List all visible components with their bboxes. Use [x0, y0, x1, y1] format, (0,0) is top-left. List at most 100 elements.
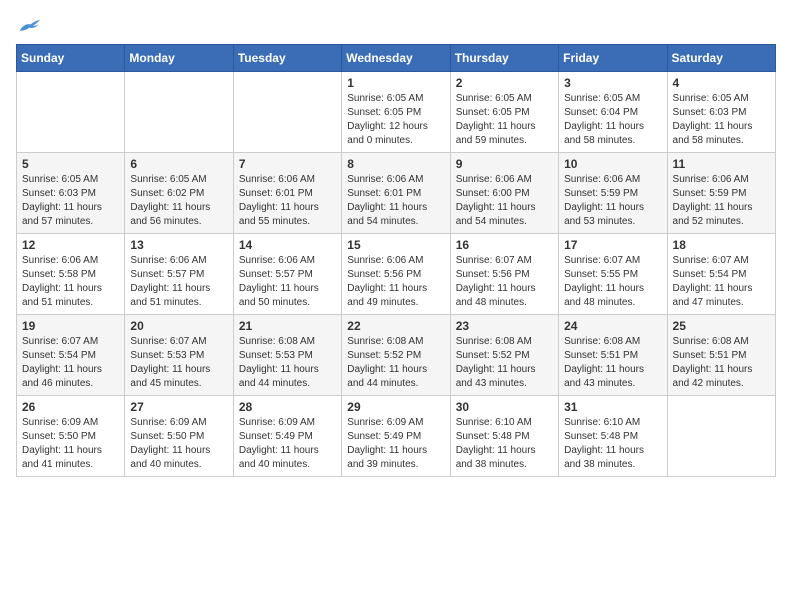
- day-info: Sunrise: 6:08 AMSunset: 5:53 PMDaylight:…: [239, 335, 336, 391]
- calendar-cell: 28Sunrise: 6:09 AMSunset: 5:49 PMDayligh…: [233, 396, 341, 477]
- day-number: 9: [456, 157, 553, 171]
- calendar-cell: [125, 72, 233, 153]
- day-info: Sunrise: 6:07 AMSunset: 5:56 PMDaylight:…: [456, 254, 553, 310]
- calendar-table: SundayMondayTuesdayWednesdayThursdayFrid…: [16, 44, 776, 477]
- calendar-cell: 6 Sunrise: 6:05 AMSunset: 6:02 PMDaylight…: [125, 153, 233, 234]
- day-info: Sunrise: 6:09 AMSunset: 5:49 PMDaylight:…: [347, 416, 444, 472]
- day-info: Sunrise: 6:08 AMSunset: 5:51 PMDaylight:…: [564, 335, 661, 391]
- calendar-cell: 24 Sunrise: 6:08 AMSunset: 5:51 PMDayligh…: [559, 315, 667, 396]
- day-info: Sunrise: 6:06 AMSunset: 5:57 PMDaylight:…: [239, 254, 336, 310]
- day-info: Sunrise: 6:05 AMSunset: 6:05 PMDaylight:…: [347, 92, 444, 148]
- day-info: Sunrise: 6:09 AMSunset: 5:50 PMDaylight:…: [22, 416, 119, 472]
- calendar-cell: 23Sunrise: 6:08 AMSunset: 5:52 PMDayligh…: [450, 315, 558, 396]
- day-info: Sunrise: 6:07 AMSunset: 5:53 PMDaylight:…: [130, 335, 227, 391]
- day-info: Sunrise: 6:07 AMSunset: 5:55 PMDaylight:…: [564, 254, 661, 310]
- day-number: 20: [130, 319, 227, 333]
- day-info: Sunrise: 6:06 AMSunset: 6:01 PMDaylight:…: [239, 173, 336, 229]
- day-info: Sunrise: 6:06 AMSunset: 5:56 PMDaylight:…: [347, 254, 444, 310]
- calendar-week-row: 19Sunrise: 6:07 AMSunset: 5:54 PMDayligh…: [17, 315, 776, 396]
- day-info: Sunrise: 6:09 AMSunset: 5:50 PMDaylight:…: [130, 416, 227, 472]
- calendar-cell: 3 Sunrise: 6:05 AMSunset: 6:04 PMDaylight…: [559, 72, 667, 153]
- calendar-cell: 2 Sunrise: 6:05 AMSunset: 6:05 PMDaylight…: [450, 72, 558, 153]
- day-number: 10: [564, 157, 661, 171]
- day-number: 8: [347, 157, 444, 171]
- calendar-cell: 20 Sunrise: 6:07 AMSunset: 5:53 PMDayligh…: [125, 315, 233, 396]
- day-info: Sunrise: 6:09 AMSunset: 5:49 PMDaylight:…: [239, 416, 336, 472]
- calendar-cell: 7 Sunrise: 6:06 AMSunset: 6:01 PMDaylight…: [233, 153, 341, 234]
- calendar-cell: 31 Sunrise: 6:10 AMSunset: 5:48 PMDayligh…: [559, 396, 667, 477]
- calendar-cell: 25 Sunrise: 6:08 AMSunset: 5:51 PMDayligh…: [667, 315, 775, 396]
- calendar-cell: 19Sunrise: 6:07 AMSunset: 5:54 PMDayligh…: [17, 315, 125, 396]
- calendar-header-row: SundayMondayTuesdayWednesdayThursdayFrid…: [17, 45, 776, 72]
- day-info: Sunrise: 6:08 AMSunset: 5:52 PMDaylight:…: [347, 335, 444, 391]
- weekday-header: Tuesday: [233, 45, 341, 72]
- day-number: 18: [673, 238, 770, 252]
- calendar-cell: [17, 72, 125, 153]
- weekday-header: Sunday: [17, 45, 125, 72]
- calendar-cell: 17 Sunrise: 6:07 AMSunset: 5:55 PMDayligh…: [559, 234, 667, 315]
- day-number: 15: [347, 238, 444, 252]
- day-info: Sunrise: 6:06 AMSunset: 5:59 PMDaylight:…: [564, 173, 661, 229]
- page-header: [16, 16, 776, 36]
- calendar-cell: 13Sunrise: 6:06 AMSunset: 5:57 PMDayligh…: [125, 234, 233, 315]
- calendar-cell: 11Sunrise: 6:06 AMSunset: 5:59 PMDayligh…: [667, 153, 775, 234]
- day-number: 21: [239, 319, 336, 333]
- weekday-header: Wednesday: [342, 45, 450, 72]
- calendar-week-row: 26 Sunrise: 6:09 AMSunset: 5:50 PMDayligh…: [17, 396, 776, 477]
- day-number: 17: [564, 238, 661, 252]
- day-info: Sunrise: 6:06 AMSunset: 5:59 PMDaylight:…: [673, 173, 770, 229]
- day-info: Sunrise: 6:07 AMSunset: 5:54 PMDaylight:…: [673, 254, 770, 310]
- day-number: 7: [239, 157, 336, 171]
- day-info: Sunrise: 6:06 AMSunset: 5:57 PMDaylight:…: [130, 254, 227, 310]
- day-info: Sunrise: 6:06 AMSunset: 6:01 PMDaylight:…: [347, 173, 444, 229]
- day-number: 12: [22, 238, 119, 252]
- day-number: 6: [130, 157, 227, 171]
- day-number: 23: [456, 319, 553, 333]
- day-info: Sunrise: 6:05 AMSunset: 6:04 PMDaylight:…: [564, 92, 661, 148]
- day-number: 1: [347, 76, 444, 90]
- logo-bird-icon: [18, 16, 42, 36]
- calendar-cell: 9 Sunrise: 6:06 AMSunset: 6:00 PMDaylight…: [450, 153, 558, 234]
- calendar-cell: 1 Sunrise: 6:05 AMSunset: 6:05 PMDaylight…: [342, 72, 450, 153]
- calendar-cell: 18 Sunrise: 6:07 AMSunset: 5:54 PMDayligh…: [667, 234, 775, 315]
- calendar-cell: 22 Sunrise: 6:08 AMSunset: 5:52 PMDayligh…: [342, 315, 450, 396]
- day-number: 4: [673, 76, 770, 90]
- day-number: 27: [130, 400, 227, 414]
- calendar-week-row: 12Sunrise: 6:06 AMSunset: 5:58 PMDayligh…: [17, 234, 776, 315]
- weekday-header: Saturday: [667, 45, 775, 72]
- day-info: Sunrise: 6:08 AMSunset: 5:51 PMDaylight:…: [673, 335, 770, 391]
- day-number: 26: [22, 400, 119, 414]
- day-number: 25: [673, 319, 770, 333]
- day-number: 22: [347, 319, 444, 333]
- day-number: 16: [456, 238, 553, 252]
- calendar-cell: 16 Sunrise: 6:07 AMSunset: 5:56 PMDayligh…: [450, 234, 558, 315]
- day-info: Sunrise: 6:05 AMSunset: 6:02 PMDaylight:…: [130, 173, 227, 229]
- day-info: Sunrise: 6:06 AMSunset: 6:00 PMDaylight:…: [456, 173, 553, 229]
- day-number: 24: [564, 319, 661, 333]
- day-number: 29: [347, 400, 444, 414]
- day-number: 2: [456, 76, 553, 90]
- day-number: 3: [564, 76, 661, 90]
- weekday-header: Monday: [125, 45, 233, 72]
- calendar-week-row: 5Sunrise: 6:05 AMSunset: 6:03 PMDaylight…: [17, 153, 776, 234]
- day-info: Sunrise: 6:05 AMSunset: 6:03 PMDaylight:…: [673, 92, 770, 148]
- calendar-cell: 4 Sunrise: 6:05 AMSunset: 6:03 PMDaylight…: [667, 72, 775, 153]
- calendar-cell: 15 Sunrise: 6:06 AMSunset: 5:56 PMDayligh…: [342, 234, 450, 315]
- calendar-cell: 21 Sunrise: 6:08 AMSunset: 5:53 PMDayligh…: [233, 315, 341, 396]
- calendar-cell: 26 Sunrise: 6:09 AMSunset: 5:50 PMDayligh…: [17, 396, 125, 477]
- calendar-cell: [233, 72, 341, 153]
- day-info: Sunrise: 6:07 AMSunset: 5:54 PMDaylight:…: [22, 335, 119, 391]
- calendar-cell: 12Sunrise: 6:06 AMSunset: 5:58 PMDayligh…: [17, 234, 125, 315]
- calendar-cell: 10 Sunrise: 6:06 AMSunset: 5:59 PMDayligh…: [559, 153, 667, 234]
- day-info: Sunrise: 6:10 AMSunset: 5:48 PMDaylight:…: [456, 416, 553, 472]
- calendar-cell: 8 Sunrise: 6:06 AMSunset: 6:01 PMDaylight…: [342, 153, 450, 234]
- logo: [16, 16, 42, 36]
- day-info: Sunrise: 6:05 AMSunset: 6:05 PMDaylight:…: [456, 92, 553, 148]
- calendar-cell: [667, 396, 775, 477]
- day-number: 31: [564, 400, 661, 414]
- day-info: Sunrise: 6:10 AMSunset: 5:48 PMDaylight:…: [564, 416, 661, 472]
- day-number: 5: [22, 157, 119, 171]
- weekday-header: Friday: [559, 45, 667, 72]
- calendar-cell: 14Sunrise: 6:06 AMSunset: 5:57 PMDayligh…: [233, 234, 341, 315]
- calendar-cell: 5Sunrise: 6:05 AMSunset: 6:03 PMDaylight…: [17, 153, 125, 234]
